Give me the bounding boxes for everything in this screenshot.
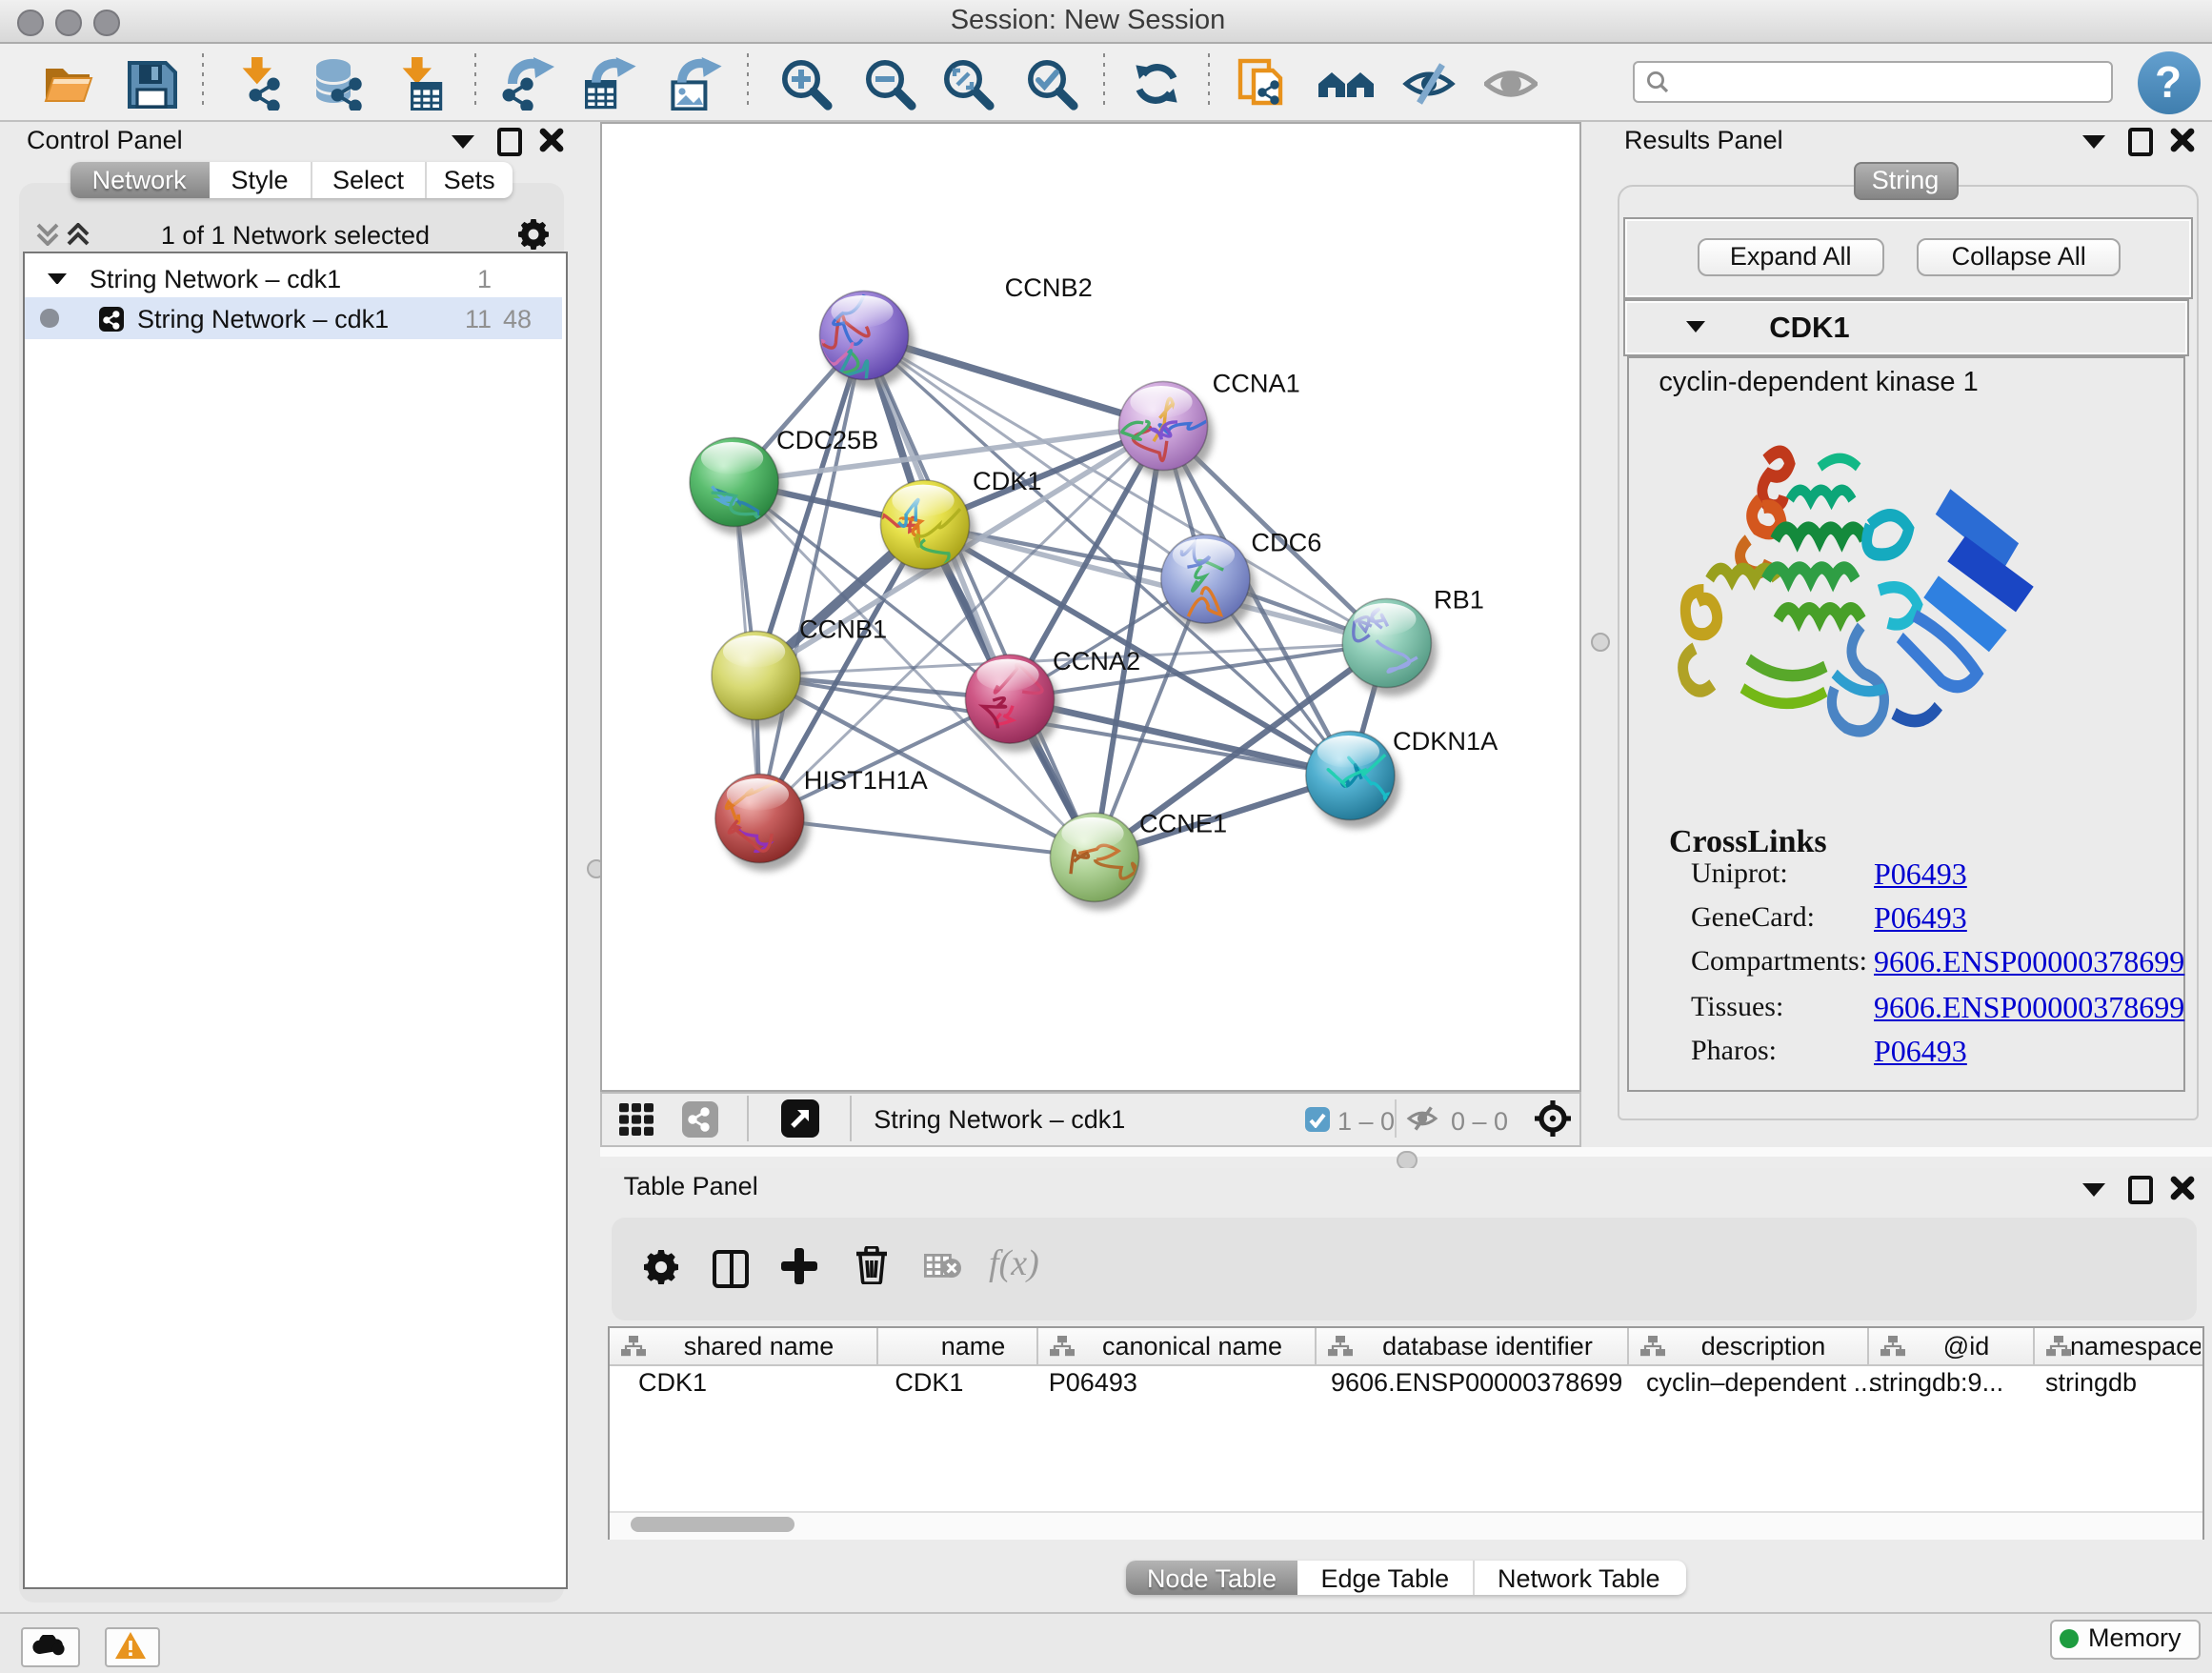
svg-text:RB1: RB1 [1433,583,1483,613]
svg-text:CDKN1A: CDKN1A [1392,725,1498,755]
svg-text:CDC6: CDC6 [1250,527,1320,556]
svg-text:CCNB2: CCNB2 [1004,272,1092,301]
svg-text:CCNA1: CCNA1 [1212,368,1299,397]
svg-text:CDK1: CDK1 [972,465,1041,494]
svg-text:CDC25B: CDC25B [775,424,877,454]
svg-text:CCNE1: CCNE1 [1138,807,1226,836]
svg-text:HIST1H1A: HIST1H1A [803,764,928,794]
svg-text:CCNB1: CCNB1 [798,614,886,643]
svg-text:CCNA2: CCNA2 [1052,645,1139,675]
